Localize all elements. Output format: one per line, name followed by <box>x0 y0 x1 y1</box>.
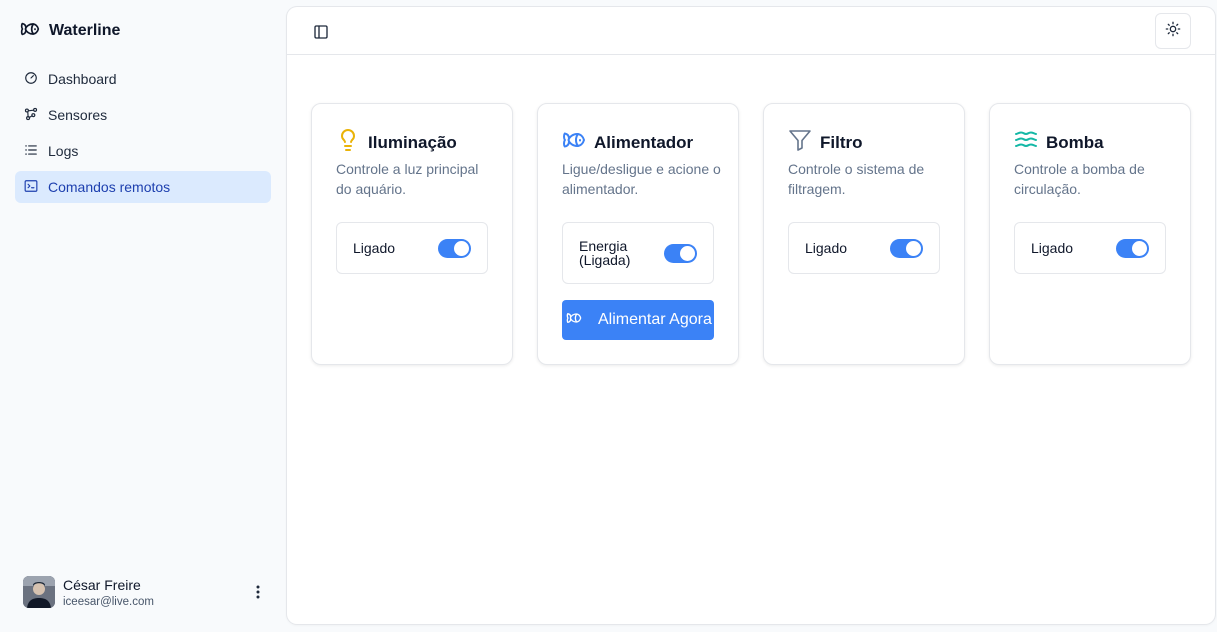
feeder-power-switch[interactable] <box>664 243 697 263</box>
feed-now-label: Alimentar Agora <box>598 311 712 328</box>
topbar <box>287 7 1215 55</box>
card-description: Controle a bomba de circulação. <box>1014 161 1145 197</box>
sidebar-item-label: Logs <box>48 143 79 159</box>
toggle-row: Ligado <box>788 222 940 274</box>
feed-now-button[interactable]: Alimentar Agora <box>562 300 714 340</box>
toggle-label: Ligado <box>1031 240 1074 256</box>
user-email: iceesar@live.com <box>63 595 154 608</box>
avatar <box>23 576 55 608</box>
toggle-label: Ligado <box>353 240 396 256</box>
sidebar-item-comandos-remotos[interactable]: Comandos remotos <box>15 171 271 203</box>
more-vertical-icon[interactable] <box>251 581 265 603</box>
brand[interactable]: Waterline <box>20 20 120 42</box>
waves-icon <box>1014 128 1038 157</box>
card-title: Alimentador <box>594 132 694 152</box>
light-switch[interactable] <box>438 238 471 258</box>
card-alimentador: Alimentador Ligue/desligue e acione o al… <box>537 103 739 365</box>
list-icon <box>24 143 38 160</box>
sidebar-toggle-icon[interactable] <box>311 22 331 42</box>
funnel-icon <box>788 128 812 157</box>
user-profile[interactable]: César Freire iceesar@live.com <box>23 575 273 609</box>
card-bomba: Bomba Controle a bomba de circulação. Li… <box>989 103 1191 365</box>
card-description: Controle a luz principal do aquário. <box>336 161 479 197</box>
fish-icon <box>566 310 582 331</box>
fish-icon <box>562 128 586 157</box>
sidebar-item-label: Sensores <box>48 107 108 123</box>
sun-icon <box>1165 21 1181 42</box>
toggle-row: Energia (Ligada) <box>562 222 714 284</box>
card-title: Bomba <box>1046 132 1104 152</box>
toggle-label: Ligado <box>805 240 848 256</box>
gauge-icon <box>24 71 38 88</box>
pump-switch[interactable] <box>1116 238 1149 258</box>
sidebar-item-dashboard[interactable]: Dashboard <box>15 63 271 95</box>
card-filtro: Filtro Controle o sistema de filtragem. … <box>763 103 965 365</box>
sidebar-nav: Dashboard Sensores Logs Comandos remotos <box>15 63 271 207</box>
toggle-row: Ligado <box>336 222 488 274</box>
toggle-label: Energia (Ligada) <box>579 238 631 268</box>
lightbulb-icon <box>336 128 360 157</box>
fish-icon <box>20 19 40 44</box>
sidebar-item-label: Comandos remotos <box>48 179 171 195</box>
app-name: Waterline <box>49 22 121 39</box>
card-description: Controle o sistema de filtragem. <box>788 161 925 197</box>
card-title: Filtro <box>820 132 863 152</box>
card-description: Ligue/desligue e acione o alimentador. <box>562 161 721 197</box>
user-name: César Freire <box>63 576 141 593</box>
sidebar-item-label: Dashboard <box>48 71 117 87</box>
sidebar: Waterline Dashboard Sensores Logs Comand… <box>0 0 286 632</box>
nodes-icon <box>24 107 38 124</box>
theme-toggle-button[interactable] <box>1155 13 1191 49</box>
main-panel: Iluminação Controle a luz principal do a… <box>287 7 1215 624</box>
terminal-icon <box>24 179 38 196</box>
card-iluminacao: Iluminação Controle a luz principal do a… <box>311 103 513 365</box>
toggle-row: Ligado <box>1014 222 1166 274</box>
sidebar-item-logs[interactable]: Logs <box>15 135 271 167</box>
card-title: Iluminação <box>368 132 457 152</box>
filter-switch[interactable] <box>890 238 923 258</box>
sidebar-item-sensores[interactable]: Sensores <box>15 99 271 131</box>
